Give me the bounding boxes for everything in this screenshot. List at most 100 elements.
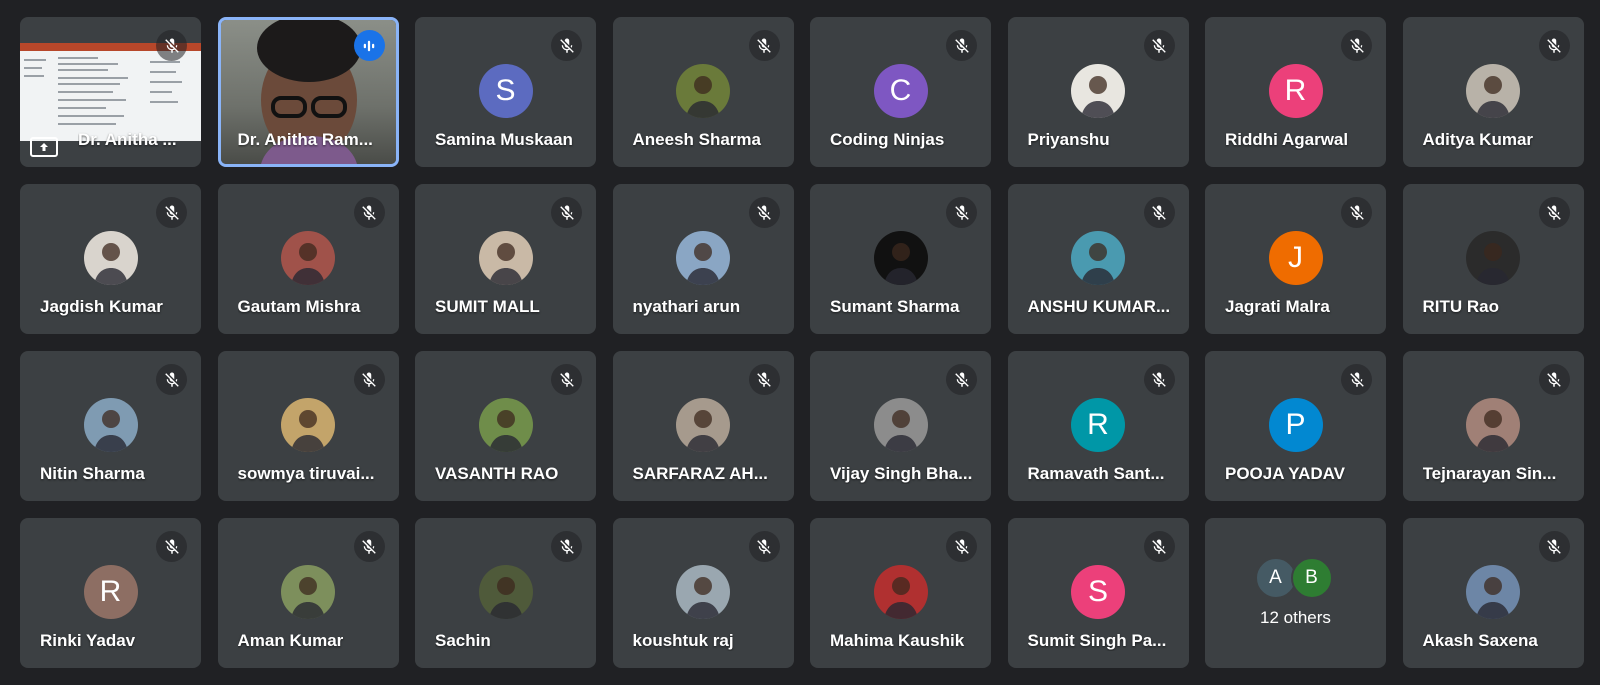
others-count: 12 others: [1260, 608, 1331, 627]
participant-tile[interactable]: Aneesh Sharma: [612, 17, 794, 167]
mic-off-icon: [1538, 30, 1570, 61]
avatar-photo: [676, 231, 730, 285]
avatar-photo: [478, 565, 533, 619]
participant-name: Gautam Mishra: [237, 297, 361, 316]
mic-off-icon: [1143, 30, 1175, 61]
participant-tile[interactable]: A B 12 others: [1205, 518, 1386, 668]
avatar-photo: [873, 398, 928, 452]
participant-name: Samina Muskaan: [435, 130, 573, 149]
participant-tile[interactable]: Priyanshu: [1007, 17, 1189, 167]
participant-tile[interactable]: P POOJA YADAV: [1205, 351, 1386, 501]
mic-off-icon: [946, 364, 977, 395]
audio-level-icon: [353, 30, 385, 61]
participant-tile[interactable]: Vijay Singh Bha...: [810, 351, 991, 501]
participant-tile[interactable]: J Jagrati Malra: [1205, 184, 1386, 334]
avatar-photo: [676, 398, 730, 452]
participant-name: Nitin Sharma: [40, 464, 145, 483]
participant-name: Sachin: [435, 631, 491, 650]
mic-off-icon: [353, 364, 385, 395]
participant-tile[interactable]: C Coding Ninjas: [810, 17, 991, 167]
participant-tile[interactable]: SARFARAZ AH...: [612, 351, 794, 501]
participant-name: nyathari arun: [632, 297, 741, 316]
participant-tile[interactable]: Aditya Kumar: [1402, 17, 1584, 167]
mic-off-icon: [1538, 197, 1570, 228]
participant-name: Ramavath Sant...: [1027, 464, 1165, 483]
mic-off-icon: [1538, 531, 1570, 562]
avatar-photo: [1466, 64, 1520, 118]
participant-name: Akash Saxena: [1422, 631, 1538, 650]
participant-grid: Dr. Anitha ... Dr. Anitha Ram... S Samina M…: [20, 17, 1584, 668]
participant-tile[interactable]: R Ramavath Sant...: [1007, 351, 1189, 501]
avatar-photo: [676, 64, 730, 118]
participant-tile[interactable]: Gautam Mishra: [217, 184, 399, 334]
mic-off-icon: [1538, 364, 1570, 395]
avatar: R: [83, 565, 138, 619]
mic-off-icon: [156, 531, 187, 562]
avatar: P: [1268, 398, 1323, 452]
participant-tile[interactable]: Dr. Anitha ...: [20, 17, 201, 167]
avatar: C: [873, 64, 928, 118]
participant-tile[interactable]: ANSHU KUMAR...: [1007, 184, 1189, 334]
participant-name: Rinki Yadav: [40, 631, 136, 650]
mic-off-icon: [551, 30, 582, 61]
mic-off-icon: [748, 531, 780, 562]
mic-off-icon: [551, 197, 582, 228]
mic-off-icon: [353, 531, 385, 562]
mic-off-icon: [1143, 364, 1175, 395]
mic-off-icon: [156, 197, 187, 228]
mic-off-icon: [156, 364, 187, 395]
avatar-photo: [676, 565, 730, 619]
avatar: S: [1071, 565, 1125, 619]
participant-name: VASANTH RAO: [435, 464, 559, 483]
participant-tile[interactable]: Jagdish Kumar: [20, 184, 201, 334]
mic-off-icon: [946, 30, 977, 61]
avatar: J: [1268, 231, 1323, 285]
mic-off-icon: [946, 197, 977, 228]
participant-tile[interactable]: Sachin: [415, 518, 596, 668]
participant-name: sowmya tiruvai...: [237, 464, 375, 483]
participant-tile[interactable]: S Sumit Singh Pa...: [1007, 518, 1189, 668]
mic-off-icon: [1341, 30, 1372, 61]
mic-off-icon: [748, 30, 780, 61]
mic-off-icon: [551, 531, 582, 562]
mic-off-icon: [156, 30, 187, 61]
avatar-photo: [281, 565, 335, 619]
participant-tile[interactable]: Aman Kumar: [217, 518, 399, 668]
avatar-photo: [1466, 565, 1520, 619]
participant-name: SUMIT MALL: [435, 297, 540, 316]
participant-tile[interactable]: koushtuk raj: [612, 518, 794, 668]
participant-tile[interactable]: S Samina Muskaan: [415, 17, 596, 167]
participant-tile[interactable]: R Rinki Yadav: [20, 518, 201, 668]
participant-tile[interactable]: Sumant Sharma: [810, 184, 991, 334]
participant-name: Dr. Anitha Ram...: [237, 130, 373, 149]
avatar-photo: [1071, 64, 1125, 118]
participant-name: Aman Kumar: [237, 631, 344, 650]
participant-name: Jagrati Malra: [1225, 297, 1330, 316]
avatar-photo: [83, 231, 138, 285]
participant-name: Dr. Anitha ...: [78, 130, 177, 149]
participant-name: Sumit Singh Pa...: [1027, 631, 1167, 650]
mic-off-icon: [1143, 531, 1175, 562]
participant-tile[interactable]: Mahima Kaushik: [810, 518, 991, 668]
participant-tile[interactable]: Tejnarayan Sin...: [1402, 351, 1584, 501]
participant-tile[interactable]: RITU Rao: [1402, 184, 1584, 334]
participant-name: RITU Rao: [1422, 297, 1500, 316]
participant-tile[interactable]: VASANTH RAO: [415, 351, 596, 501]
participant-tile[interactable]: sowmya tiruvai...: [217, 351, 399, 501]
participant-tile[interactable]: R Riddhi Agarwal: [1205, 17, 1386, 167]
avatar-photo: [873, 231, 928, 285]
participant-name: Mahima Kaushik: [830, 631, 965, 650]
participant-tile[interactable]: Akash Saxena: [1402, 518, 1584, 668]
participant-name: Sumant Sharma: [830, 297, 960, 316]
avatar-photo: [1071, 231, 1125, 285]
avatar: R: [1268, 64, 1323, 118]
participant-tile[interactable]: SUMIT MALL: [415, 184, 596, 334]
participant-name: Coding Ninjas: [830, 130, 945, 149]
participant-name: SARFARAZ AH...: [632, 464, 768, 483]
participant-tile[interactable]: Nitin Sharma: [20, 351, 201, 501]
avatar: S: [478, 64, 533, 118]
participant-tile[interactable]: Dr. Anitha Ram...: [217, 17, 399, 167]
participant-tile[interactable]: nyathari arun: [612, 184, 794, 334]
avatar-photo: [1466, 231, 1520, 285]
mic-off-icon: [748, 364, 780, 395]
